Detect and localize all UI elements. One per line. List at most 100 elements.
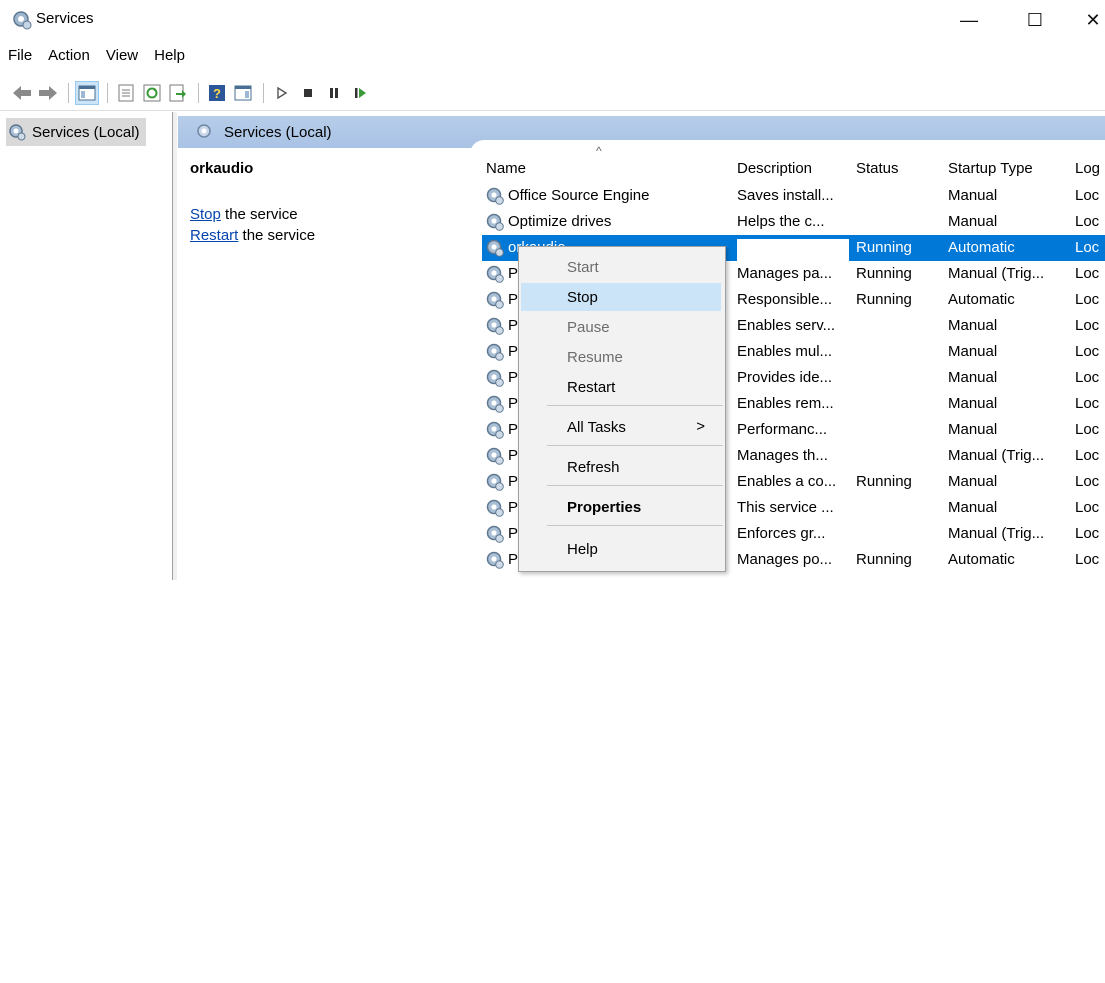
properties-sheet-icon[interactable]: [114, 81, 138, 105]
service-logon-cell: Loc: [1075, 473, 1100, 490]
tree-item-services-local[interactable]: Services (Local): [6, 118, 146, 146]
back-arrow-icon[interactable]: [10, 81, 34, 105]
svg-text:?: ?: [213, 86, 221, 101]
service-gear-icon: [485, 212, 505, 232]
start-service-icon[interactable]: [270, 81, 294, 105]
window-title: Services: [36, 10, 94, 27]
service-logon-cell: Loc: [1075, 265, 1100, 282]
service-startup-cell: Automatic: [948, 291, 1015, 308]
service-startup-cell: Manual (Trig...: [948, 447, 1045, 464]
service-startup-cell: Manual: [948, 343, 998, 360]
context-menu-separator: [547, 485, 723, 486]
service-gear-icon: [485, 446, 505, 466]
service-status-cell: Running: [856, 473, 912, 490]
tree-item-label: Services (Local): [32, 123, 140, 141]
pause-service-icon[interactable]: [322, 81, 346, 105]
context-menu-separator: [547, 525, 723, 526]
toolbar: ?: [0, 78, 1105, 108]
banner-title: Services (Local): [224, 123, 332, 141]
selected-service-name: orkaudio: [190, 160, 254, 177]
service-logon-cell: Loc: [1075, 525, 1100, 542]
context-menu-separator: [547, 405, 723, 406]
service-description-cell: Manages po...: [737, 551, 849, 983]
service-startup-cell: Manual: [948, 421, 998, 438]
context-menu-help[interactable]: Help: [521, 535, 721, 563]
close-button[interactable]: ✕: [1070, 4, 1105, 36]
services-gear-icon: [197, 124, 211, 138]
service-logon-cell: Loc: [1075, 187, 1100, 204]
menu-file[interactable]: File: [0, 44, 40, 72]
restart-service-icon[interactable]: [348, 81, 372, 105]
service-gear-icon: [485, 342, 505, 362]
column-header-startup-type[interactable]: Startup Type: [948, 160, 1033, 177]
show-hide-console-tree-icon[interactable]: [75, 81, 99, 105]
service-logon-cell: Loc: [1075, 343, 1100, 360]
column-header-name[interactable]: Name: [486, 160, 526, 177]
service-gear-icon: [485, 498, 505, 518]
service-gear-icon: [485, 316, 505, 336]
menu-view[interactable]: View: [98, 44, 146, 72]
forward-arrow-icon[interactable]: [36, 81, 60, 105]
service-startup-cell: Automatic: [948, 239, 1015, 256]
menu-bar: File Action View Help: [0, 44, 193, 72]
service-logon-cell: Loc: [1075, 499, 1100, 516]
show-action-pane-icon[interactable]: [231, 81, 255, 105]
title-bar: Services — ☐ ✕: [0, 0, 1105, 40]
context-menu-separator: [547, 445, 723, 446]
context-menu-refresh[interactable]: Refresh: [521, 453, 721, 481]
toolbar-separator: [107, 83, 108, 103]
restart-service-link[interactable]: Restart: [190, 227, 238, 244]
menu-help[interactable]: Help: [146, 44, 193, 72]
export-list-icon[interactable]: [166, 81, 190, 105]
service-startup-cell: Manual (Trig...: [948, 265, 1045, 282]
column-header-description[interactable]: Description: [737, 160, 812, 177]
service-startup-cell: Manual: [948, 369, 998, 386]
service-gear-icon: [485, 472, 505, 492]
menu-action[interactable]: Action: [40, 44, 98, 72]
services-app-icon: [12, 10, 32, 30]
submenu-arrow-icon: >: [696, 418, 705, 435]
service-status-cell: Running: [856, 265, 912, 282]
service-status-cell: Running: [856, 551, 912, 568]
column-header-log-on-as[interactable]: Log: [1075, 160, 1100, 177]
stop-service-link[interactable]: Stop: [190, 206, 221, 223]
service-gear-icon: [485, 186, 505, 206]
service-row[interactable]: Office Source Engine Saves install... Manu…: [482, 183, 1105, 619]
context-menu-pause[interactable]: Pause: [521, 313, 721, 341]
service-logon-cell: Loc: [1075, 291, 1100, 308]
service-logon-cell: Loc: [1075, 213, 1100, 230]
maximize-button[interactable]: ☐: [1012, 4, 1058, 36]
context-menu-resume[interactable]: Resume: [521, 343, 721, 371]
service-startup-cell: Manual: [948, 473, 998, 490]
service-row[interactable]: Optimize drives Helps the c... Manual Loc: [482, 209, 1105, 645]
service-logon-cell: Loc: [1075, 447, 1100, 464]
context-menu-stop[interactable]: Stop: [521, 283, 721, 311]
service-startup-cell: Manual: [948, 317, 998, 334]
context-menu-start[interactable]: Start: [521, 253, 721, 281]
stop-service-text: the service: [220, 206, 298, 223]
pane-splitter[interactable]: [173, 112, 177, 580]
service-logon-cell: Loc: [1075, 239, 1100, 256]
refresh-icon[interactable]: [140, 81, 164, 105]
service-startup-cell: Manual: [948, 395, 998, 412]
service-gear-icon: [485, 550, 505, 570]
context-menu-properties[interactable]: Properties: [521, 493, 721, 521]
context-menu-all-tasks[interactable]: All Tasks >: [521, 413, 721, 441]
services-gear-icon: [9, 124, 26, 141]
service-gear-icon: [485, 368, 505, 388]
context-menu: Start Stop Pause Resume Restart All Task…: [518, 246, 726, 572]
stop-service-icon[interactable]: [296, 81, 320, 105]
service-gear-icon: [485, 524, 505, 544]
service-logon-cell: Loc: [1075, 421, 1100, 438]
stop-service-line: Stop the service: [190, 206, 298, 223]
minimize-button[interactable]: —: [946, 4, 992, 36]
all-tasks-label: All Tasks: [567, 418, 626, 436]
column-header-status[interactable]: Status: [856, 160, 899, 177]
service-gear-icon: [485, 394, 505, 414]
service-name-cell: Office Source Engine: [508, 187, 650, 204]
help-icon[interactable]: ?: [205, 81, 229, 105]
sort-ascending-icon: ^: [596, 144, 602, 158]
service-gear-icon: [485, 420, 505, 440]
context-menu-restart[interactable]: Restart: [521, 373, 721, 401]
service-startup-cell: Manual: [948, 187, 998, 204]
